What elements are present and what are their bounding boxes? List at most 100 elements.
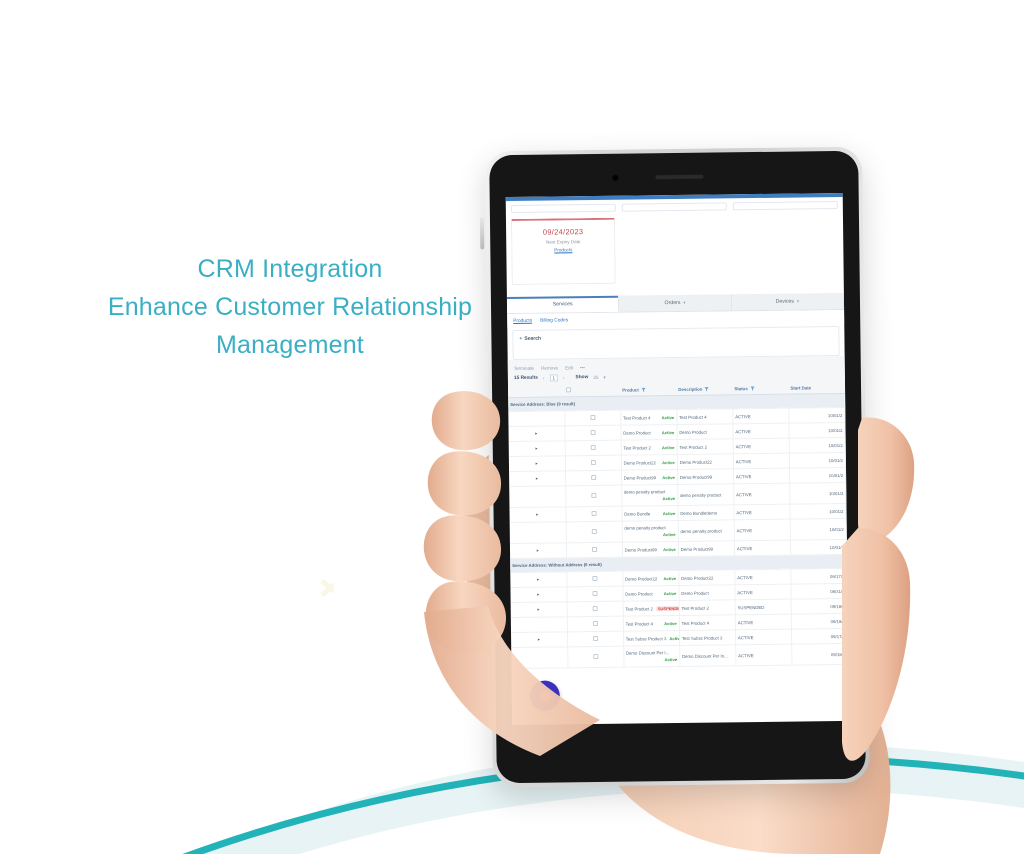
row-checkbox[interactable] [591, 510, 597, 517]
cell-status: ACTIVE [734, 584, 792, 600]
cell-product: Demo Product99 Active [621, 469, 678, 486]
tab-orders[interactable]: Orders ▾ [619, 294, 732, 312]
chat-widget-button[interactable] [529, 680, 560, 711]
tab-services[interactable]: Services [506, 295, 620, 314]
th-description[interactable]: Description [676, 382, 733, 396]
current-page[interactable]: 1 [549, 374, 559, 382]
summary-card-2[interactable] [621, 202, 727, 212]
row-checkbox[interactable] [591, 546, 597, 553]
cell-start-date: 09/17/2 [790, 568, 847, 585]
expand-row-icon[interactable]: ▸ [511, 631, 568, 648]
table-row[interactable]: Demo Discount Per I... Active Demo Discoun… [511, 643, 848, 669]
row-checkbox-cell[interactable] [564, 410, 621, 426]
product-name: demo penalty product [623, 489, 666, 495]
th-product[interactable]: Product [620, 383, 677, 397]
cell-start-date: 10/01/2 [789, 452, 846, 469]
page-title: CRM Integration Enhance Customer Relatio… [90, 250, 490, 364]
tablet-device: 09/24/2023 Next Expiry Date Products Ser… [479, 146, 870, 788]
row-checkbox[interactable] [591, 528, 597, 535]
row-checkbox-cell[interactable] [564, 425, 621, 441]
terminate-button[interactable]: Terminate [514, 366, 534, 371]
expand-row-icon[interactable]: ▸ [510, 586, 567, 603]
next-expiry-products-link[interactable]: Products [554, 247, 572, 252]
row-checkbox-cell[interactable] [565, 521, 623, 543]
volume-button[interactable] [482, 407, 487, 430]
status-badge: Active [663, 575, 677, 581]
select-all-checkbox[interactable] [566, 387, 572, 393]
row-checkbox[interactable] [590, 445, 596, 451]
status-badge: Active [669, 635, 680, 641]
filter-icon[interactable] [704, 386, 709, 391]
cell-product: Demo Product Active [620, 424, 677, 441]
th-select-all[interactable] [564, 383, 621, 397]
summary-card-3[interactable] [732, 201, 838, 211]
expand-row-icon[interactable]: ▸ [509, 542, 567, 559]
status-badge: Active [663, 546, 676, 552]
row-checkbox-cell[interactable] [566, 616, 624, 632]
more-actions-button[interactable]: ••• [580, 365, 585, 370]
row-checkbox-cell[interactable] [565, 542, 623, 558]
search-panel[interactable]: + Search [512, 326, 840, 361]
row-checkbox[interactable] [590, 430, 596, 436]
front-camera-icon [611, 173, 620, 182]
th-description-label: Description [678, 386, 703, 392]
row-checkbox-cell[interactable] [564, 455, 622, 471]
row-checkbox[interactable] [592, 635, 598, 642]
cell-status: ACTIVE [735, 644, 792, 666]
expand-row-icon[interactable]: ▸ [510, 571, 567, 588]
expand-row-icon[interactable]: ▸ [508, 440, 565, 457]
row-checkbox[interactable] [592, 620, 598, 627]
expand-row-icon[interactable]: ▸ [509, 470, 566, 487]
row-spacer [509, 521, 566, 544]
cell-status: ACTIVE [732, 408, 789, 424]
product-name: Demo Product [625, 590, 653, 597]
row-checkbox-cell[interactable] [566, 586, 623, 602]
row-checkbox[interactable] [592, 653, 598, 660]
cell-product: Test Product 4 Active [622, 615, 680, 632]
remove-button[interactable]: Remove [541, 365, 558, 370]
expand-row-icon[interactable]: ▸ [510, 601, 567, 618]
tablet-bezel: 09/24/2023 Next Expiry Date Products Ser… [489, 150, 866, 784]
search-toggle[interactable]: + Search [519, 332, 832, 342]
page-size-value[interactable]: 25 [593, 375, 598, 380]
row-checkbox[interactable] [590, 492, 596, 499]
row-checkbox[interactable] [589, 415, 596, 421]
cell-status: SUSPENDED [734, 599, 792, 615]
filter-icon[interactable] [641, 387, 646, 392]
row-checkbox-cell[interactable] [566, 571, 623, 587]
row-checkbox-cell[interactable] [565, 470, 622, 486]
cell-start-date: 09/17/2 [791, 628, 848, 645]
product-name: Demo Discount Per I... [625, 650, 670, 656]
next-page-button[interactable]: › [563, 375, 565, 380]
row-checkbox[interactable] [592, 605, 598, 612]
cell-product: demo penalty product Active [621, 520, 679, 543]
th-status[interactable]: Status [732, 381, 789, 395]
expand-row-icon[interactable]: ▸ [508, 455, 566, 472]
expand-row-icon[interactable]: ▸ [509, 506, 566, 523]
power-button[interactable] [479, 217, 485, 250]
row-checkbox-cell[interactable] [566, 601, 623, 617]
summary-card-1[interactable] [510, 203, 616, 214]
row-checkbox-cell[interactable] [565, 506, 622, 522]
th-start-date[interactable]: Start Date [788, 380, 845, 395]
expand-row-icon[interactable]: ▸ [508, 425, 565, 442]
row-checkbox[interactable] [591, 575, 597, 582]
cell-status: ACTIVE [732, 423, 790, 439]
row-checkbox[interactable] [590, 460, 596, 466]
row-checkbox-cell[interactable] [564, 440, 622, 456]
status-badge: Active [661, 444, 675, 450]
row-checkbox-cell[interactable] [567, 631, 624, 647]
row-checkbox-cell[interactable] [565, 485, 622, 507]
filter-icon[interactable] [750, 386, 755, 391]
subtab-billing-codes[interactable]: Billing Codes [540, 318, 568, 323]
chevron-down-icon[interactable]: ▾ [603, 374, 605, 380]
row-checkbox[interactable] [592, 590, 598, 597]
tab-devices[interactable]: Devices ▾ [731, 292, 845, 311]
subtab-products[interactable]: Products [513, 319, 532, 324]
row-checkbox-cell[interactable] [567, 646, 624, 668]
cell-product: Test Product 4 Active [620, 409, 677, 426]
edit-button[interactable]: Edit [565, 365, 573, 370]
row-spacer [510, 616, 568, 633]
row-checkbox[interactable] [590, 474, 596, 481]
prev-page-button[interactable]: ‹ [543, 376, 545, 381]
